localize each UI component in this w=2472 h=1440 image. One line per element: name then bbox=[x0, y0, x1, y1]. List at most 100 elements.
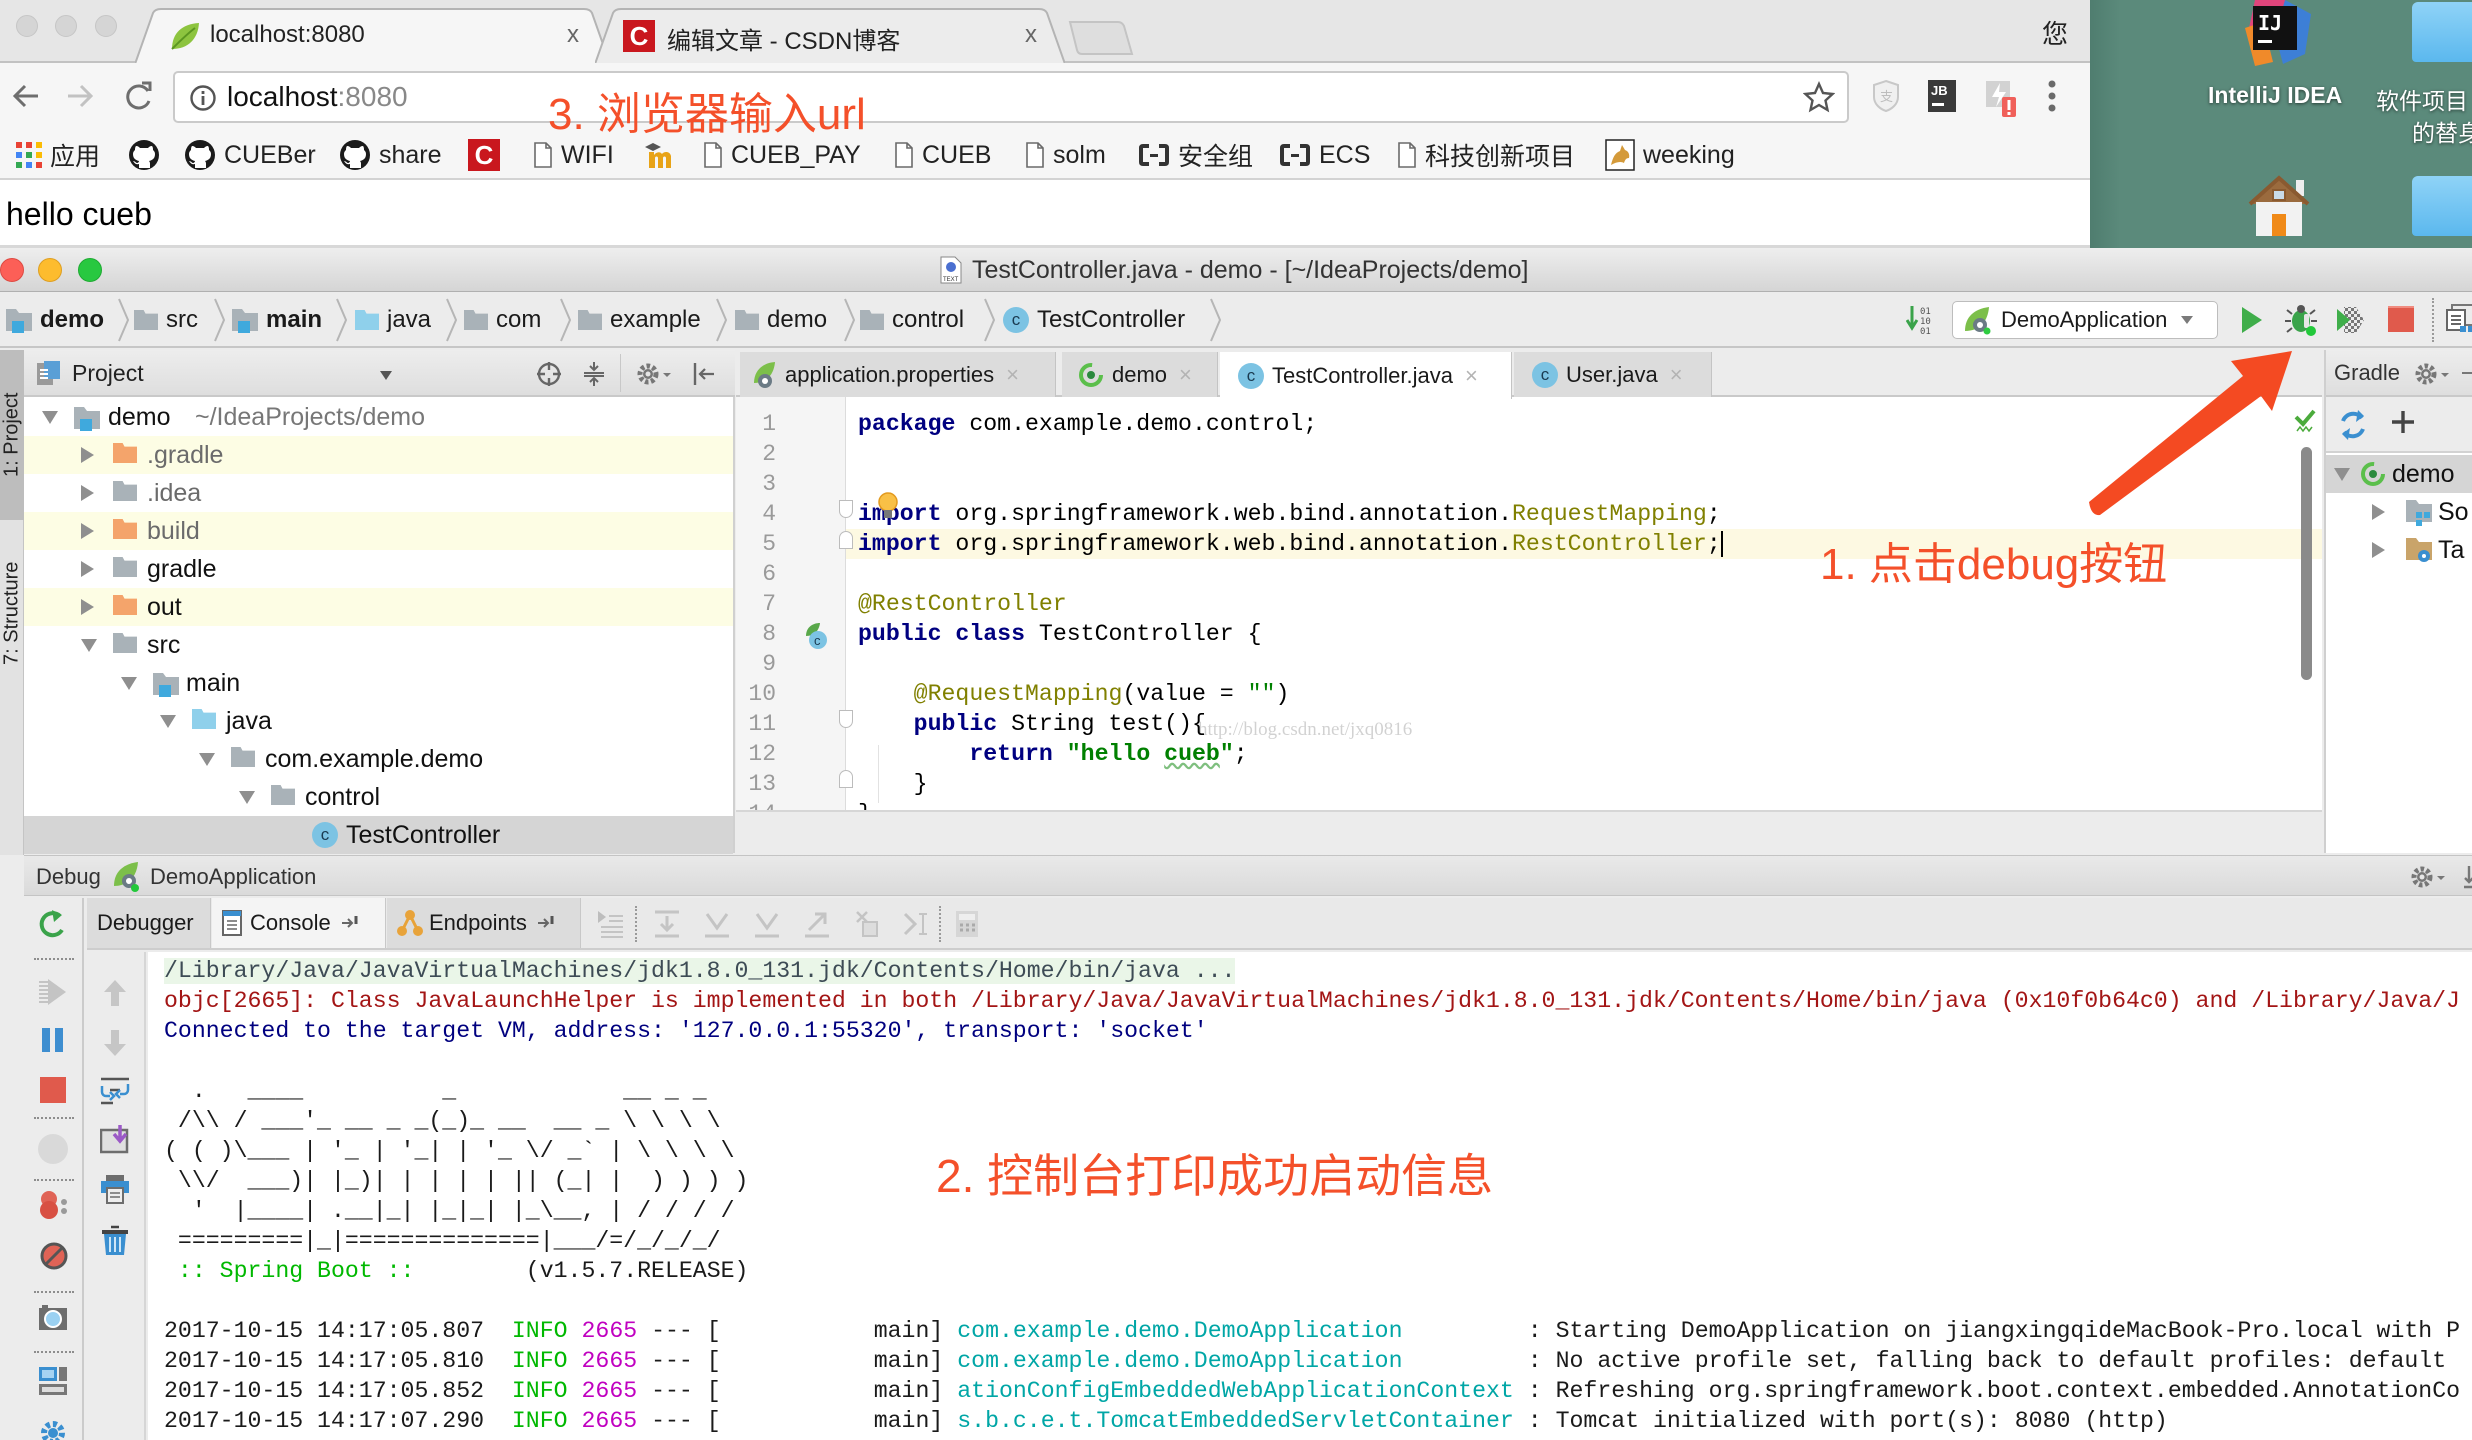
bookmark-cueber[interactable]: CUEBer bbox=[184, 139, 316, 171]
run-button[interactable] bbox=[2240, 306, 2264, 334]
window-minimize-button[interactable] bbox=[55, 15, 77, 37]
soft-wrap-icon[interactable] bbox=[100, 1076, 130, 1106]
bookmark-csdn[interactable]: C bbox=[468, 139, 500, 171]
scroll-from-source-icon[interactable] bbox=[536, 361, 562, 387]
breadcrumb-java[interactable]: java bbox=[355, 304, 431, 336]
folder-alias-icon[interactable] bbox=[2412, 2, 2472, 62]
browser-tab-csdn[interactable]: C 编辑文章 - CSDN博客 x bbox=[595, 8, 1065, 64]
tree-row-src[interactable]: src bbox=[24, 626, 733, 664]
debug-button[interactable] bbox=[2284, 302, 2320, 338]
fold-marker-icon[interactable] bbox=[839, 770, 853, 788]
breadcrumb-example[interactable]: example bbox=[578, 304, 701, 336]
drop-frame-icon[interactable] bbox=[853, 910, 881, 938]
breadcrumb-demo[interactable]: demo bbox=[6, 304, 104, 336]
expand-arrow-icon[interactable] bbox=[42, 411, 58, 424]
code-line[interactable]: public String test(){ bbox=[858, 709, 1206, 739]
bookmark-cueb-pay[interactable]: CUEB_PAY bbox=[703, 139, 861, 171]
tab-console[interactable]: Console bbox=[212, 898, 386, 948]
step-into-icon[interactable] bbox=[703, 910, 731, 938]
code-line[interactable]: import org.springframework.web.bind.anno… bbox=[858, 499, 1721, 529]
run-to-cursor-icon[interactable] bbox=[903, 910, 931, 938]
gradle-tree-row-source-sets[interactable]: So bbox=[2326, 493, 2472, 531]
ide-zoom-button[interactable] bbox=[78, 258, 102, 282]
window-zoom-button[interactable] bbox=[95, 15, 117, 37]
breadcrumb-src[interactable]: src bbox=[134, 304, 198, 336]
editor-vertical-scrollbar[interactable] bbox=[2301, 447, 2312, 680]
jetbrains-extension-icon[interactable]: JB bbox=[1928, 80, 1956, 112]
collapse-arrow-icon[interactable] bbox=[81, 485, 94, 501]
force-step-into-icon[interactable] bbox=[753, 910, 781, 938]
debug-settings-gear-icon[interactable] bbox=[38, 1418, 68, 1440]
mute-breakpoints-icon[interactable] bbox=[39, 1241, 69, 1271]
run-configuration-selector[interactable]: DemoApplication bbox=[1952, 301, 2218, 339]
expand-arrow-icon[interactable] bbox=[160, 715, 176, 728]
collapse-all-icon[interactable] bbox=[582, 361, 606, 387]
address-bar[interactable]: localhost:8080 bbox=[173, 71, 1849, 123]
view-breakpoints-globe-icon[interactable] bbox=[38, 1134, 68, 1164]
bookmark-cueb[interactable]: CUEB bbox=[894, 139, 991, 171]
hide-panel-icon[interactable] bbox=[2464, 864, 2472, 890]
code-line[interactable]: } bbox=[858, 799, 872, 810]
url-text[interactable]: localhost:8080 bbox=[227, 81, 408, 113]
new-tab-button[interactable] bbox=[1068, 20, 1134, 56]
bookmark-github[interactable] bbox=[128, 139, 160, 171]
bookmark-innovation-project[interactable]: 科技创新项目 bbox=[1397, 139, 1575, 171]
tab-debugger[interactable]: Debugger bbox=[87, 898, 211, 948]
gear-icon[interactable] bbox=[2410, 864, 2446, 890]
view-breakpoints-icon[interactable] bbox=[38, 1190, 70, 1222]
run-with-coverage-button[interactable] bbox=[2336, 305, 2366, 335]
editor-tab-user-java[interactable]: c User.java × bbox=[1514, 352, 1712, 397]
tab-close-button[interactable]: x bbox=[1025, 21, 1037, 49]
inspection-ok-icon[interactable] bbox=[2294, 409, 2316, 435]
gradle-tree-row-tasks[interactable]: Ta bbox=[2326, 531, 2472, 569]
tree-row-build[interactable]: build bbox=[24, 512, 733, 550]
step-over-icon[interactable] bbox=[653, 910, 681, 938]
tree-row-java[interactable]: java bbox=[24, 702, 733, 740]
editor-tab-close-button[interactable]: × bbox=[1179, 362, 1192, 388]
tab-close-button[interactable]: x bbox=[567, 21, 579, 49]
tree-row-idea[interactable]: .idea bbox=[24, 474, 733, 512]
collapse-arrow-icon[interactable] bbox=[81, 599, 94, 615]
project-structure-icon[interactable] bbox=[2446, 304, 2472, 336]
bookmark-mooc[interactable] bbox=[645, 139, 677, 171]
browser-menu-icon[interactable] bbox=[2047, 79, 2057, 113]
back-button[interactable] bbox=[10, 81, 42, 111]
breadcrumb-control[interactable]: control bbox=[860, 304, 964, 336]
editor-tab-close-button[interactable]: × bbox=[1670, 362, 1683, 388]
code-line[interactable]: @RestController bbox=[858, 589, 1067, 619]
stop-icon[interactable] bbox=[40, 1077, 66, 1103]
tree-row-main[interactable]: main bbox=[24, 664, 733, 702]
ide-close-button[interactable] bbox=[0, 258, 24, 282]
bookmark-ecs[interactable]: ECS bbox=[1279, 139, 1370, 171]
build-project-icon[interactable]: 01 10 01 bbox=[1906, 304, 1938, 336]
down-stack-frame-icon[interactable] bbox=[102, 1028, 128, 1058]
stop-button[interactable] bbox=[2388, 306, 2414, 332]
code-line[interactable]: import org.springframework.web.bind.anno… bbox=[858, 529, 1723, 559]
tree-row-control[interactable]: control bbox=[24, 778, 733, 816]
editor-tab-testcontroller-java[interactable]: c TestController.java × bbox=[1220, 352, 1512, 399]
code-line[interactable]: package com.example.demo.control; bbox=[858, 409, 1317, 439]
bookmark-security-group[interactable]: 安全组 bbox=[1138, 139, 1253, 171]
collapse-arrow-icon[interactable] bbox=[81, 561, 94, 577]
step-out-icon[interactable] bbox=[803, 910, 831, 938]
code-area[interactable]: 1234567891011121314 package com.example.… bbox=[736, 397, 2322, 810]
site-info-icon[interactable] bbox=[189, 84, 217, 112]
tree-row-gradle-cache[interactable]: .gradle bbox=[24, 436, 733, 474]
alipay-shield-extension-icon[interactable]: 支 bbox=[1872, 79, 1900, 113]
pause-program-icon[interactable] bbox=[41, 1027, 65, 1053]
gear-icon[interactable] bbox=[636, 361, 672, 387]
breadcrumb-main[interactable]: main bbox=[232, 304, 322, 336]
window-close-button[interactable] bbox=[16, 15, 38, 37]
gear-icon[interactable] bbox=[2414, 361, 2450, 387]
tree-row-com-example-demo[interactable]: com.example.demo bbox=[24, 740, 733, 778]
gradle-tree-row-demo[interactable]: demo bbox=[2326, 455, 2472, 493]
bookmark-weeking[interactable]: weeking bbox=[1605, 139, 1735, 171]
fold-marker-icon[interactable] bbox=[839, 500, 853, 518]
up-stack-frame-icon[interactable] bbox=[102, 978, 128, 1008]
bookmark-solm[interactable]: solm bbox=[1025, 139, 1106, 171]
expand-arrow-icon[interactable] bbox=[2334, 468, 2350, 481]
intellij-idea-icon[interactable]: IJ bbox=[2235, 0, 2315, 70]
bookmark-share[interactable]: share bbox=[339, 139, 442, 171]
hide-panel-icon[interactable] bbox=[692, 361, 716, 387]
collapse-arrow-icon[interactable] bbox=[2372, 504, 2385, 520]
